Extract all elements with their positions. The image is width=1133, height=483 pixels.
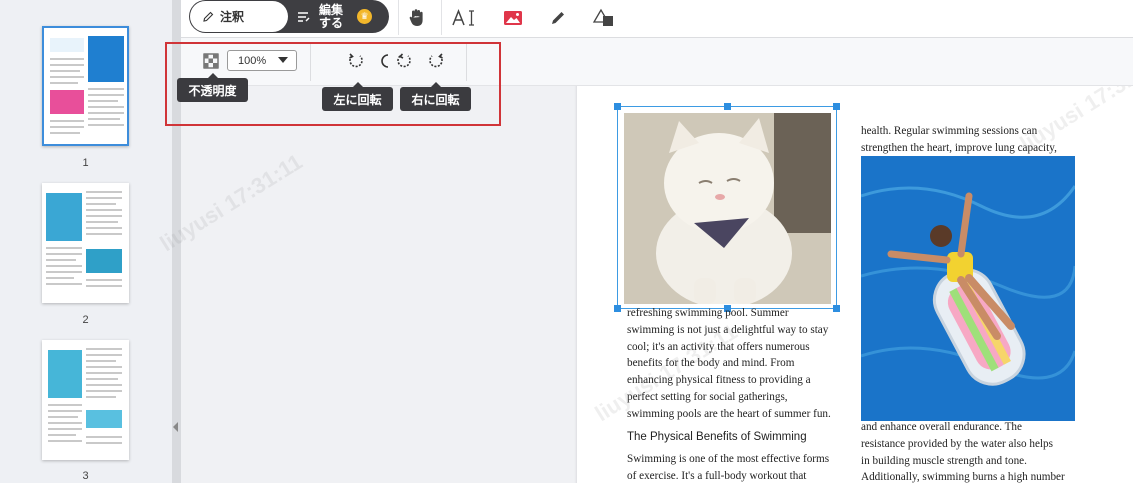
thumbnail-page-number: 1: [82, 157, 89, 169]
draw-pen-icon[interactable]: [543, 3, 573, 33]
thumbnail-page-3[interactable]: [42, 340, 129, 460]
add-image-icon[interactable]: [498, 3, 528, 33]
resize-handle[interactable]: [833, 305, 840, 312]
add-text-icon[interactable]: [449, 3, 479, 33]
text-line: of exercise. It's a full-body workout th…: [627, 469, 807, 482]
collapse-sidebar-icon[interactable]: [173, 422, 178, 432]
text-line: and enhance overall endurance. The: [861, 421, 1022, 433]
text-line: Swimming is one of the most effective fo…: [627, 453, 830, 465]
annotate-mode-button[interactable]: 注釈: [190, 1, 288, 32]
cat-image[interactable]: [624, 113, 831, 304]
thumbnail-page-number: 2: [82, 314, 89, 326]
edit-text-icon: [298, 11, 310, 22]
hand-tool-icon[interactable]: [402, 3, 432, 33]
text-line: resistance provided by the water also he…: [861, 437, 1053, 450]
pencil-icon: [203, 11, 214, 22]
resize-handle[interactable]: [614, 305, 621, 312]
mode-toggle: 注釈 編集する ♛: [189, 0, 389, 33]
text-line: swimming pools are the heart of summer f…: [627, 407, 831, 420]
pool-image[interactable]: [861, 156, 1075, 421]
crown-icon: ♛: [357, 9, 372, 24]
shapes-icon[interactable]: [589, 3, 619, 33]
toolbar-divider: [398, 0, 399, 35]
text-line: in building muscle strength and tone.: [861, 454, 1027, 467]
resize-handle[interactable]: [724, 103, 731, 110]
toolbar-divider: [441, 0, 442, 35]
section-heading: The Physical Benefits of Swimming: [627, 431, 807, 443]
left-column-text-2: Swimming is one of the most effective fo…: [627, 451, 829, 483]
resize-handle[interactable]: [833, 103, 840, 110]
resize-handle[interactable]: [614, 103, 621, 110]
thumbnail-page-number: 3: [82, 470, 89, 482]
annotate-label: 注釈: [220, 10, 245, 24]
edit-label: 編集する: [319, 2, 344, 30]
right-column-text-bottom: and enhance overall endurance. The resis…: [861, 419, 1065, 483]
highlight-frame: [165, 42, 501, 126]
edit-mode-button[interactable]: 編集する ♛: [297, 0, 372, 33]
text-line: Additionally, swimming burns a high numb…: [861, 471, 1065, 483]
thumbnail-page-1[interactable]: [42, 26, 129, 146]
thumbnail-page-2[interactable]: [42, 183, 129, 303]
